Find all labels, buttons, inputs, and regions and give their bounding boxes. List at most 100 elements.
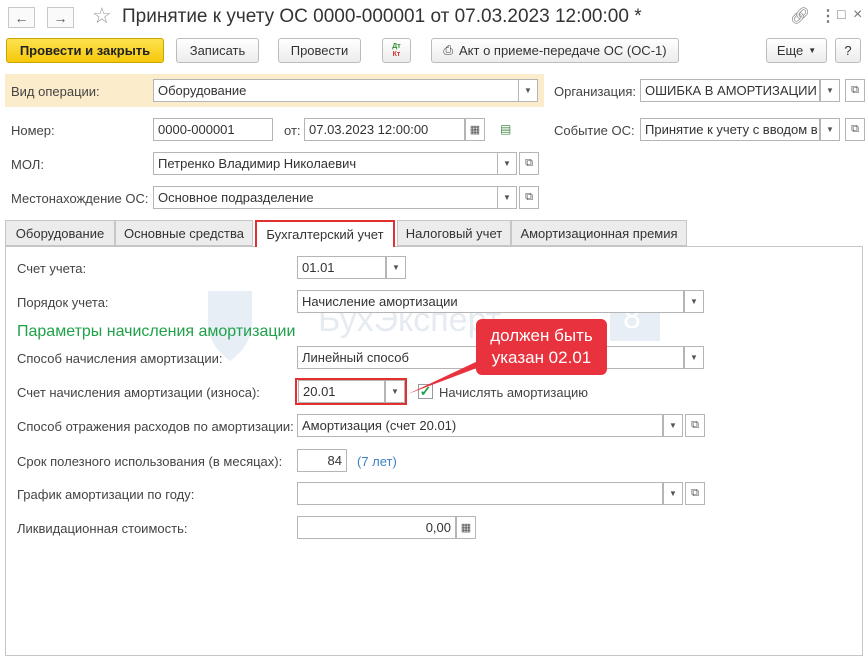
expense-label: Способ отражения расходов по амортизации… [17, 419, 294, 434]
star-icon[interactable]: ☆ [92, 3, 112, 29]
useful-life-field[interactable]: 84 [297, 449, 347, 472]
useful-life-years: (7 лет) [357, 454, 397, 469]
open-window-icon: ⧉ [851, 123, 859, 135]
more-label: Еще [776, 43, 804, 58]
organization-field[interactable]: ОШИБКА В АМОРТИЗАЦИИ [640, 79, 820, 102]
close-icon[interactable]: × [853, 6, 862, 24]
expense-field[interactable]: Амортизация (счет 20.01) [297, 414, 663, 437]
order-field[interactable]: Начисление амортизации [297, 290, 684, 313]
location-field[interactable]: Основное подразделение [153, 186, 498, 209]
chevron-down-icon: ▼ [503, 159, 511, 168]
date-label: от: [284, 123, 301, 138]
chevron-down-icon: ▼ [808, 46, 817, 55]
callout-line-2: указан 02.01 [491, 348, 592, 367]
arrow-left-icon: ← [14, 9, 29, 26]
calendar-icon: ▦ [469, 124, 481, 136]
event-label: Событие ОС: [554, 123, 635, 138]
account-dropdown-button[interactable]: ▼ [386, 256, 406, 279]
link-icon[interactable]: 🔗︎ [790, 6, 810, 26]
chevron-down-icon: ▼ [669, 489, 677, 498]
calculator-icon: ▦ [460, 522, 472, 534]
save-button[interactable]: Записать [176, 38, 259, 63]
operation-field[interactable]: Оборудование [153, 79, 519, 102]
mol-label: МОЛ: [11, 157, 44, 172]
calendar-button[interactable]: ▦ [465, 118, 485, 141]
chevron-down-icon: ▼ [392, 263, 400, 272]
method-label: Способ начисления амортизации: [17, 351, 223, 366]
printer-icon: ⎙ [443, 43, 453, 57]
useful-life-label: Срок полезного использования (в месяцах)… [17, 454, 283, 469]
chevron-down-icon: ▼ [690, 297, 698, 306]
event-open-button[interactable]: ⧉ [845, 118, 865, 141]
tab-depreciation-bonus[interactable]: Амортизационная премия [511, 220, 687, 246]
depr-account-label: Счет начисления амортизации (износа): [17, 385, 260, 400]
open-window-icon: ⧉ [851, 84, 859, 96]
more-vertical-icon[interactable]: ⋮ [820, 6, 836, 26]
order-dropdown-button[interactable]: ▼ [684, 290, 704, 313]
depr-account-field[interactable]: 20.01 [298, 380, 385, 403]
more-button[interactable]: Еще ▼ [766, 38, 827, 63]
organization-label: Организация: [554, 84, 637, 99]
organization-dropdown-button[interactable]: ▼ [820, 79, 840, 102]
schedule-open-button[interactable]: ⧉ [685, 482, 705, 505]
date-field[interactable]: 07.03.2023 12:00:00 [304, 118, 465, 141]
open-window-icon: ⧉ [525, 157, 533, 169]
location-open-button[interactable]: ⧉ [519, 186, 539, 209]
open-window-icon: ⧉ [525, 191, 533, 203]
kt-label: Кт [392, 50, 401, 58]
chevron-down-icon: ▼ [503, 193, 511, 202]
depreciation-params-title: Параметры начисления амортизации [17, 323, 296, 340]
maximize-icon[interactable]: □ [837, 6, 845, 22]
dt-label: Дт [392, 42, 401, 50]
organization-open-button[interactable]: ⧉ [845, 79, 865, 102]
forward-button[interactable]: → [47, 7, 74, 28]
mol-field[interactable]: Петренко Владимир Николаевич [153, 152, 498, 175]
schedule-field[interactable] [297, 482, 663, 505]
post-button[interactable]: Провести [278, 38, 361, 63]
callout-line-1: должен быть [490, 326, 593, 345]
account-field[interactable]: 01.01 [297, 256, 386, 279]
operation-label: Вид операции: [11, 84, 100, 99]
open-window-icon: ⧉ [691, 487, 699, 499]
expense-dropdown-button[interactable]: ▼ [663, 414, 683, 437]
mol-open-button[interactable]: ⧉ [519, 152, 539, 175]
print-act-button[interactable]: ⎙ Акт о приеме-передаче ОС (ОС-1) [431, 38, 679, 63]
arrow-right-icon: → [53, 9, 68, 26]
chevron-down-icon: ▼ [524, 86, 532, 95]
open-window-icon: ⧉ [691, 419, 699, 431]
account-label: Счет учета: [17, 261, 87, 276]
print-act-label: Акт о приеме-передаче ОС (ОС-1) [459, 43, 667, 58]
chevron-down-icon: ▼ [826, 86, 834, 95]
tab-accounting[interactable]: Бухгалтерский учет [255, 220, 395, 247]
back-button[interactable]: ← [8, 7, 35, 28]
location-label: Местонахождение ОС: [11, 191, 149, 206]
event-field[interactable]: Принятие к учету с вводом в [640, 118, 820, 141]
post-and-close-button[interactable]: Провести и закрыть [6, 38, 164, 63]
schedule-dropdown-button[interactable]: ▼ [663, 482, 683, 505]
order-label: Порядок учета: [17, 295, 109, 310]
comment-icon[interactable]: ▤ [500, 122, 511, 136]
help-button[interactable]: ? [835, 38, 861, 63]
liquidation-field[interactable]: 0,00 [297, 516, 456, 539]
dt-kt-button[interactable]: Дт Кт [382, 38, 411, 63]
number-field[interactable]: 0000-000001 [153, 118, 273, 141]
annotation-callout: должен быть указан 02.01 [476, 319, 607, 375]
chevron-down-icon: ▼ [669, 421, 677, 430]
window-title: Принятие к учету ОС 0000-000001 от 07.03… [122, 6, 642, 27]
calculator-button[interactable]: ▦ [456, 516, 476, 539]
location-dropdown-button[interactable]: ▼ [497, 186, 517, 209]
chevron-down-icon: ▼ [391, 387, 399, 396]
tab-tax-accounting[interactable]: Налоговый учет [397, 220, 511, 246]
tab-fixed-assets[interactable]: Основные средства [115, 220, 253, 246]
operation-dropdown-button[interactable]: ▼ [518, 79, 538, 102]
method-dropdown-button[interactable]: ▼ [684, 346, 704, 369]
schedule-label: График амортизации по году: [17, 487, 195, 502]
chevron-down-icon: ▼ [690, 353, 698, 362]
event-dropdown-button[interactable]: ▼ [820, 118, 840, 141]
chevron-down-icon: ▼ [826, 125, 834, 134]
expense-open-button[interactable]: ⧉ [685, 414, 705, 437]
number-label: Номер: [11, 123, 55, 138]
liquidation-label: Ликвидационная стоимость: [17, 521, 188, 536]
tab-equipment[interactable]: Оборудование [5, 220, 115, 246]
mol-dropdown-button[interactable]: ▼ [497, 152, 517, 175]
